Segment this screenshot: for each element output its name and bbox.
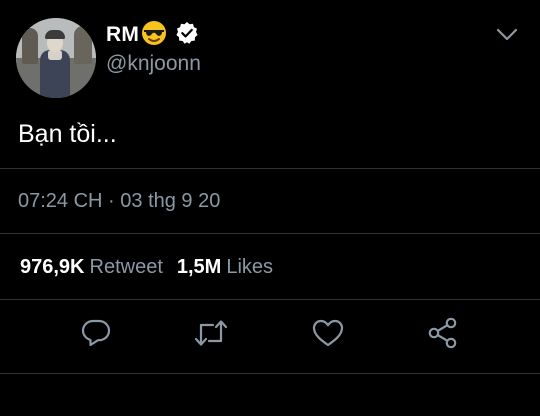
share-icon	[426, 316, 460, 355]
tweet-detail: RM @knjoonn Bạn tồi... 07:24 CH · 03 thg…	[0, 0, 540, 416]
engagement-stats: 976,9K Retweet 1,5M Likes	[20, 256, 273, 279]
retweet-button[interactable]	[194, 318, 228, 352]
tweet-timestamp[interactable]: 07:24 CH · 03 thg 9 20	[18, 190, 220, 213]
divider	[0, 168, 540, 169]
divider	[0, 233, 540, 234]
retweet-count[interactable]: 976,9K	[20, 256, 85, 279]
like-label[interactable]: Likes	[226, 256, 273, 279]
author-handle[interactable]: @knjoonn	[106, 52, 201, 76]
retweet-icon	[193, 317, 229, 354]
reply-icon	[80, 317, 112, 354]
author-display-name[interactable]: RM	[106, 23, 139, 47]
avatar[interactable]	[16, 18, 96, 98]
smiling-face-with-sunglasses-emoji	[141, 20, 167, 51]
author-name-row[interactable]: RM	[106, 20, 199, 50]
heart-icon	[311, 317, 345, 354]
like-count[interactable]: 1,5M	[177, 256, 221, 279]
divider	[0, 299, 540, 300]
share-button[interactable]	[426, 316, 460, 355]
chevron-down-icon[interactable]	[496, 28, 518, 47]
retweet-label[interactable]: Retweet	[90, 256, 163, 279]
divider	[0, 373, 540, 374]
reply-button[interactable]	[79, 318, 113, 352]
verified-badge-icon	[175, 21, 199, 50]
tweet-text: Bạn tồi...	[18, 120, 117, 148]
like-button[interactable]	[311, 318, 345, 352]
